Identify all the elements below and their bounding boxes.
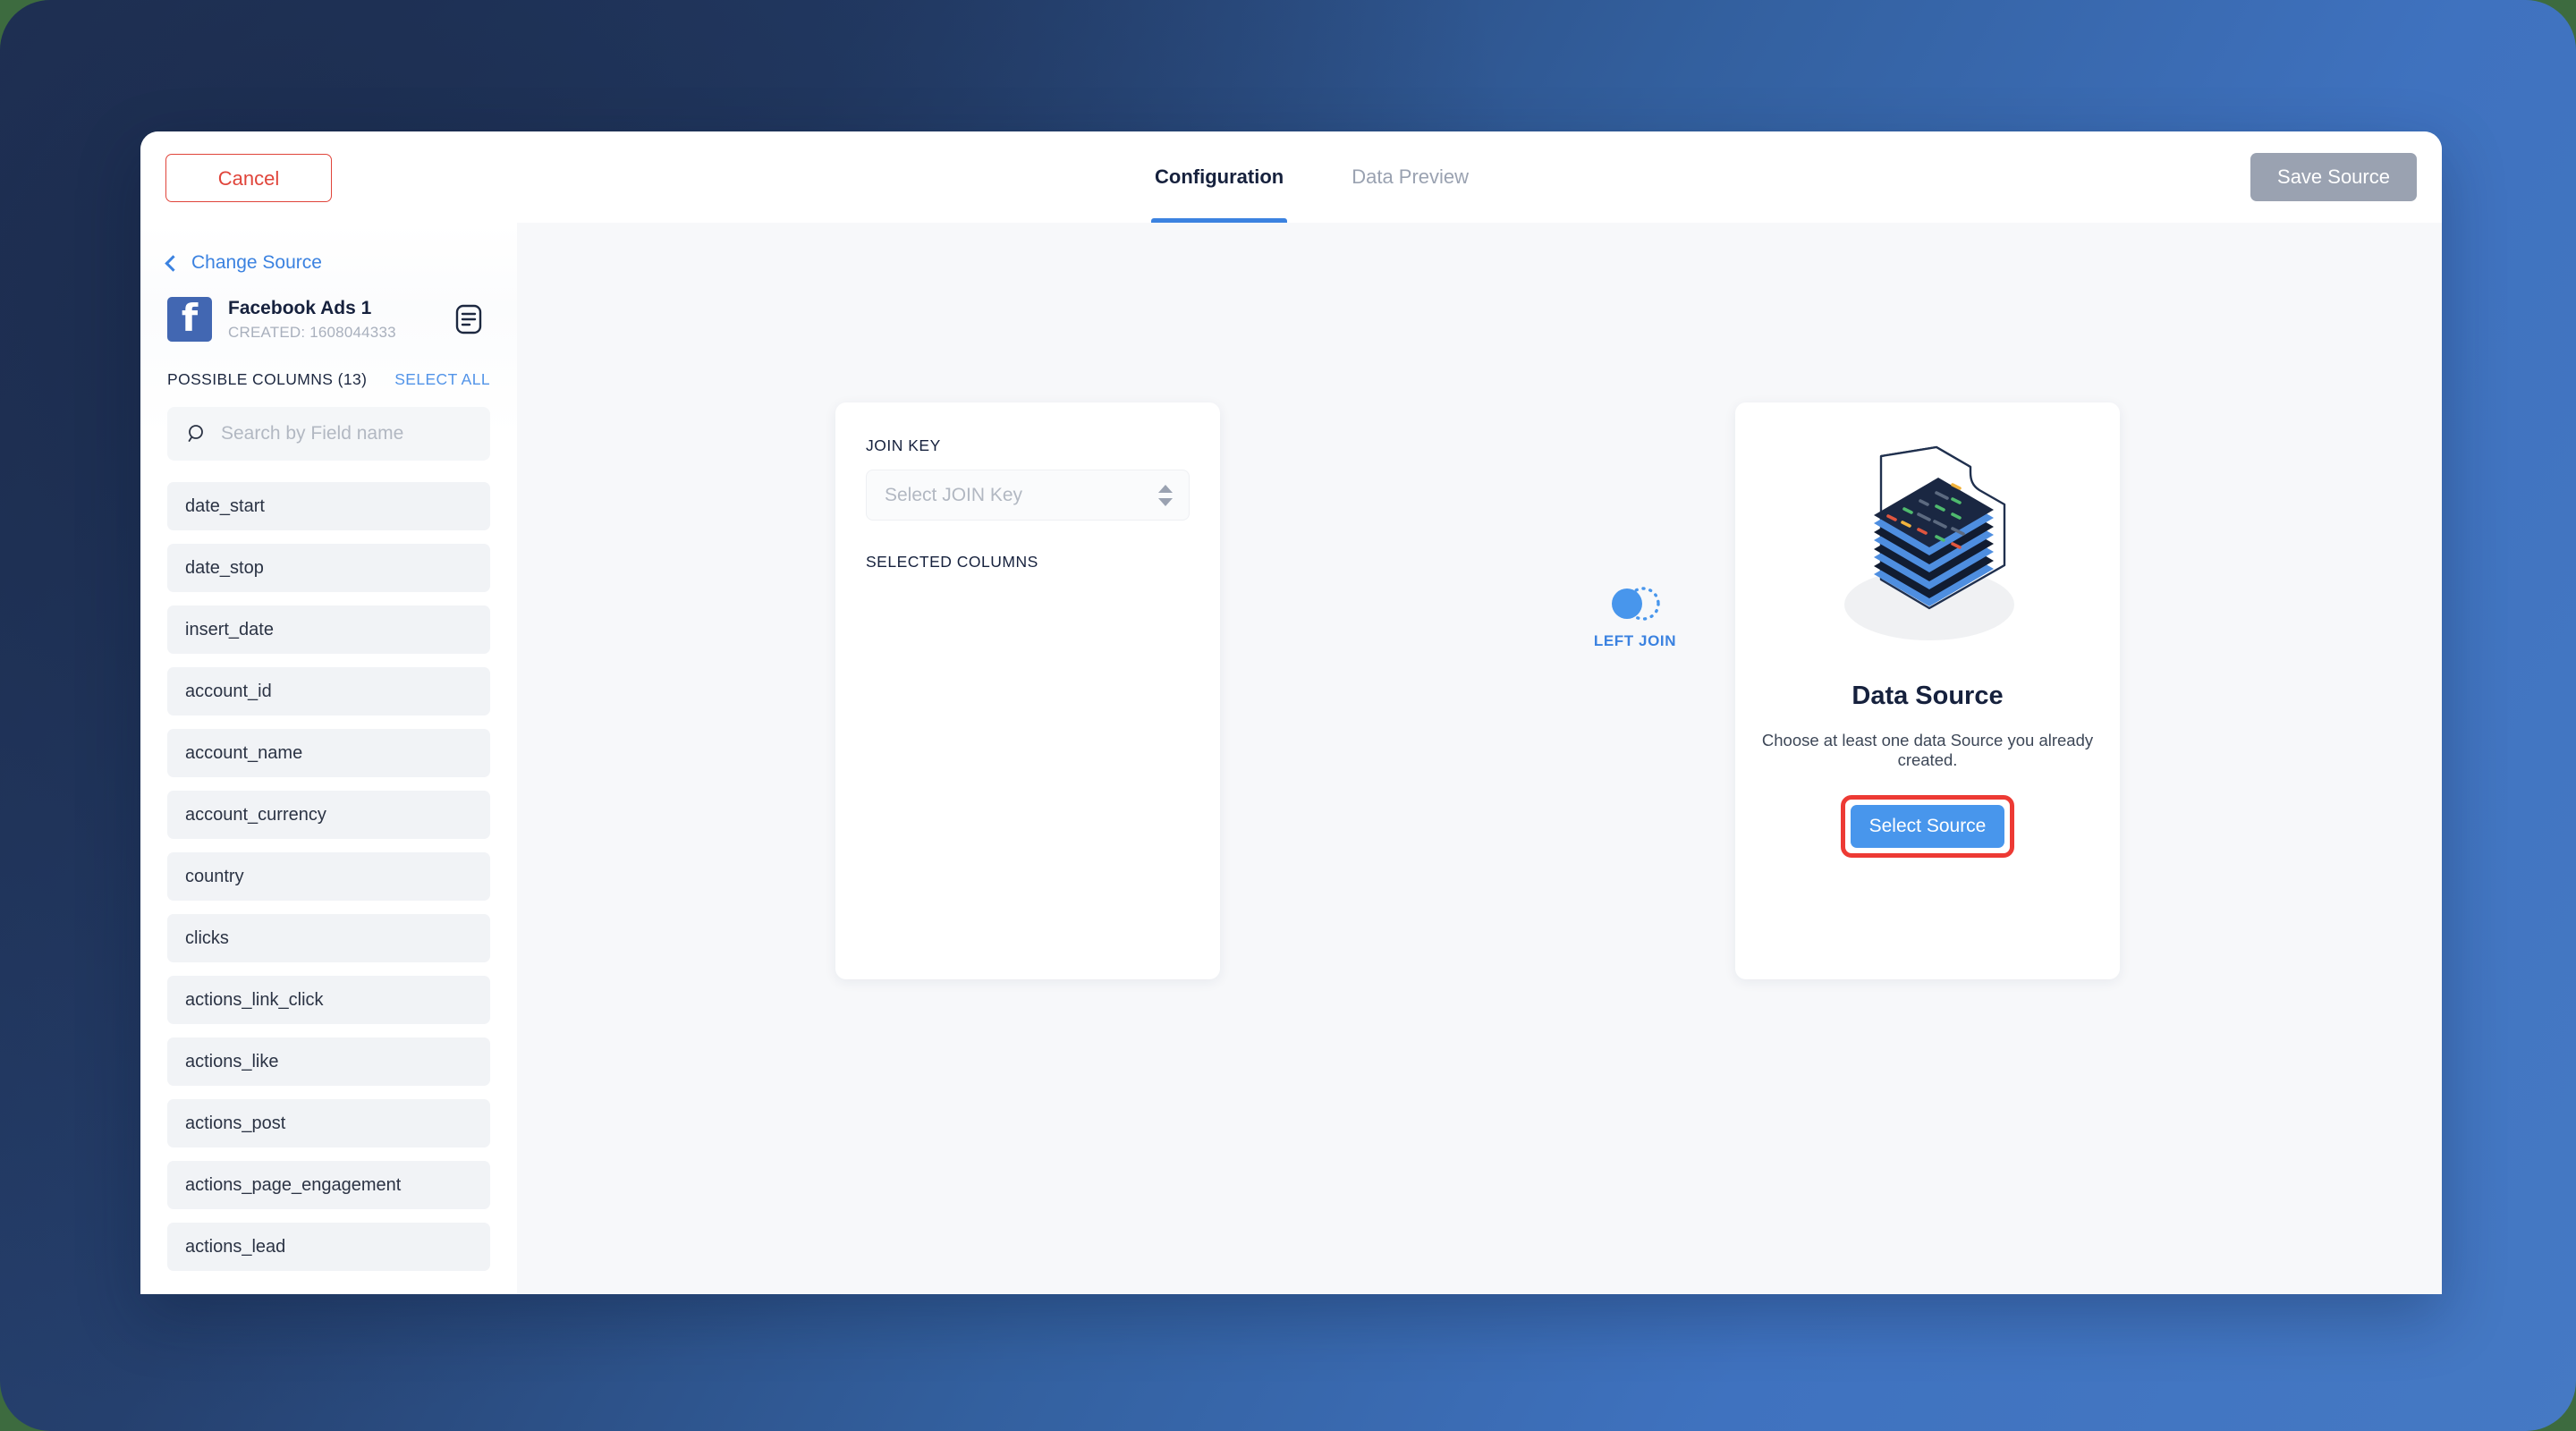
- source-created-label: CREATED: 1608044333: [228, 323, 396, 341]
- search-icon: [188, 425, 203, 442]
- cancel-button[interactable]: Cancel: [165, 154, 332, 202]
- search-field[interactable]: [167, 407, 490, 461]
- app-window: Cancel Configuration Data Preview Save S…: [140, 131, 2442, 1294]
- data-source-card: Data Source Choose at least one data Sou…: [1735, 402, 2120, 979]
- save-source-button[interactable]: Save Source: [2250, 153, 2417, 201]
- join-key-label: JOIN KEY: [866, 436, 941, 454]
- app-body: Change Source Facebook Ads 1 CREATED: 16…: [140, 223, 2442, 1294]
- top-bar: Cancel Configuration Data Preview Save S…: [140, 131, 2442, 223]
- source-meta: Facebook Ads 1 CREATED: 1608044333: [228, 297, 455, 341]
- document-lines-icon[interactable]: [455, 304, 482, 334]
- select-all-button[interactable]: SELECT ALL: [394, 370, 490, 389]
- column-item[interactable]: insert_date: [167, 605, 490, 654]
- data-source-title: Data Source: [1852, 682, 2004, 710]
- column-item[interactable]: account_name: [167, 729, 490, 777]
- change-source-label: Change Source: [191, 252, 322, 273]
- column-item[interactable]: actions_lead: [167, 1223, 490, 1271]
- possible-columns-label: POSSIBLE COLUMNS (13): [167, 370, 368, 388]
- possible-columns-header: POSSIBLE COLUMNS (13) SELECT ALL: [167, 370, 490, 389]
- facebook-logo-icon: [167, 297, 212, 342]
- join-key-select[interactable]: Select JOIN Key: [866, 470, 1190, 521]
- select-source-button[interactable]: Select Source: [1851, 805, 2004, 848]
- selected-columns-label: SELECTED COLUMNS: [866, 553, 1038, 571]
- column-item[interactable]: date_stop: [167, 544, 490, 592]
- left-join-label: LEFT JOIN: [1593, 632, 1677, 649]
- column-item[interactable]: actions_page_engagement: [167, 1161, 490, 1209]
- column-item[interactable]: date_start: [167, 482, 490, 530]
- column-item[interactable]: clicks: [167, 914, 490, 962]
- search-input[interactable]: [221, 423, 470, 445]
- change-source-link[interactable]: Change Source: [165, 252, 322, 274]
- join-key-card: JOIN KEY Select JOIN Key SELECTED COLUMN…: [835, 402, 1220, 979]
- data-stack-folder-illustration: [1844, 445, 2014, 640]
- column-item[interactable]: actions_like: [167, 1037, 490, 1086]
- left-join-badge[interactable]: LEFT JOIN: [1581, 585, 1689, 650]
- column-item[interactable]: actions_link_click: [167, 976, 490, 1024]
- column-item[interactable]: account_currency: [167, 791, 490, 839]
- chevron-updown-icon: [1158, 484, 1173, 507]
- join-key-select-value: Select JOIN Key: [885, 484, 1023, 505]
- sidebar: Change Source Facebook Ads 1 CREATED: 16…: [140, 223, 517, 1294]
- configuration-canvas: JOIN KEY Select JOIN Key SELECTED COLUMN…: [517, 223, 2442, 1294]
- tab-configuration[interactable]: Configuration: [1151, 131, 1288, 223]
- tab-bar: Configuration Data Preview: [1151, 131, 1472, 223]
- source-title: Facebook Ads 1: [228, 298, 372, 319]
- column-item[interactable]: country: [167, 852, 490, 901]
- select-source-highlight: Select Source: [1841, 795, 2014, 858]
- left-join-venn-icon: [1612, 587, 1660, 621]
- selected-source-row[interactable]: Facebook Ads 1 CREATED: 1608044333: [167, 297, 489, 342]
- column-item[interactable]: actions_post: [167, 1099, 490, 1147]
- data-source-subtitle: Choose at least one data Source you alre…: [1761, 731, 2094, 769]
- chevron-left-icon: [165, 255, 182, 272]
- column-list: date_start date_stop insert_date account…: [167, 482, 490, 1271]
- column-item[interactable]: account_id: [167, 667, 490, 716]
- tab-data-preview[interactable]: Data Preview: [1348, 131, 1472, 223]
